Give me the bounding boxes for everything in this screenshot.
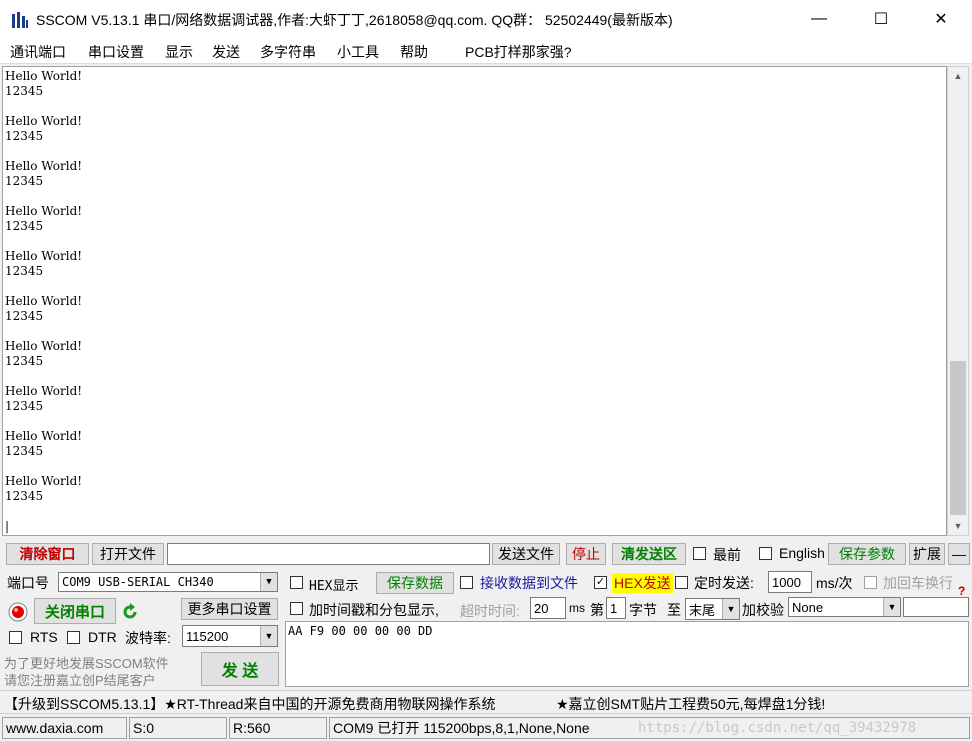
port-label: 端口号 bbox=[7, 575, 49, 591]
menu-tools[interactable]: 小工具 bbox=[337, 42, 379, 62]
watermark-text: https://blog.csdn.net/qq_39432978 bbox=[638, 720, 917, 736]
timeout-unit-label: ms bbox=[569, 601, 585, 615]
chevron-down-icon: ▼ bbox=[883, 598, 900, 616]
byte-index-input[interactable]: 1 bbox=[606, 597, 626, 619]
send-file-button[interactable]: 发送文件 bbox=[492, 543, 560, 565]
byte-label: 字节 bbox=[629, 602, 657, 618]
port-status-text: COM9 已打开 115200bps,8,1,None,None bbox=[333, 720, 590, 736]
clear-window-button[interactable]: 清除窗口 bbox=[6, 543, 89, 565]
interval-input[interactable]: 1000 bbox=[768, 571, 812, 593]
baud-select[interactable]: 115200 ▼ bbox=[182, 625, 278, 647]
promo-right[interactable]: ★嘉立创SMT贴片工程费50元,每焊盘1分钱! bbox=[556, 694, 825, 714]
chevron-down-icon: ▼ bbox=[260, 573, 277, 591]
hex-send-checkbox[interactable]: ✓ bbox=[594, 576, 607, 589]
topmost-label: 最前 bbox=[713, 547, 741, 563]
port-status-icon bbox=[8, 602, 28, 622]
add-crlf-checkbox[interactable] bbox=[864, 576, 877, 589]
close-icon: ✕ bbox=[934, 11, 948, 28]
chevron-down-icon: ▼ bbox=[722, 599, 739, 619]
title-bar: SSCOM V5.13.1 串口/网络数据调试器,作者:大虾丁丁,2618058… bbox=[0, 0, 972, 38]
to-label: 至 bbox=[667, 602, 681, 618]
end-select-value: 末尾 bbox=[689, 602, 716, 618]
port-select-value: COM9 USB-SERIAL CH340 bbox=[62, 575, 214, 589]
baud-label: 波特率: bbox=[125, 630, 171, 646]
timestamp-checkbox[interactable] bbox=[290, 602, 303, 615]
menu-multi-string[interactable]: 多字符串 bbox=[260, 42, 316, 62]
notice-line2: 请您注册嘉立创P结尾客户 bbox=[4, 673, 156, 688]
recv-to-file-checkbox[interactable] bbox=[460, 576, 473, 589]
sscom-app-icon bbox=[12, 12, 28, 28]
english-label: English bbox=[779, 545, 825, 561]
refresh-icon[interactable] bbox=[121, 603, 139, 621]
rts-label: RTS bbox=[30, 629, 58, 645]
stop-button[interactable]: 停止 bbox=[566, 543, 606, 565]
collapse-button[interactable]: — bbox=[948, 543, 970, 565]
checksum-select-value: None bbox=[792, 599, 824, 615]
send-text: AA F9 00 00 00 00 DD bbox=[288, 624, 433, 638]
baud-select-value: 115200 bbox=[186, 628, 229, 644]
maximize-icon: ☐ bbox=[873, 11, 889, 28]
minimize-icon: — bbox=[811, 10, 827, 27]
port-select[interactable]: COM9 USB-SERIAL CH340 ▼ bbox=[58, 572, 278, 592]
status-received-count: R:560 bbox=[229, 717, 327, 739]
scroll-up-icon[interactable]: ▲ bbox=[948, 67, 968, 85]
timeout-label: 超时时间: bbox=[460, 603, 520, 619]
rts-checkbox[interactable] bbox=[9, 631, 22, 644]
timeout-input[interactable]: 20 bbox=[530, 597, 566, 619]
status-website[interactable]: www.daxia.com bbox=[2, 717, 127, 739]
send-button[interactable]: 发 送 bbox=[201, 652, 279, 686]
dtr-label: DTR bbox=[88, 629, 117, 645]
scroll-down-icon[interactable]: ▼ bbox=[948, 517, 968, 535]
hex-display-label: HEX显示 bbox=[309, 579, 359, 594]
menu-serial-settings[interactable]: 串口设置 bbox=[88, 42, 144, 62]
checksum-label: 加校验 bbox=[742, 602, 784, 618]
status-port-info: COM9 已打开 115200bps,8,1,None,None https:/… bbox=[329, 717, 970, 739]
close-port-button[interactable]: 关闭串口 bbox=[34, 598, 116, 624]
open-file-button[interactable]: 打开文件 bbox=[92, 543, 164, 565]
add-crlf-label: 加回车换行 bbox=[883, 575, 953, 591]
maximize-button[interactable]: ☐ bbox=[858, 0, 904, 38]
english-checkbox[interactable] bbox=[759, 547, 772, 560]
promo-left[interactable]: 【升级到SSCOM5.13.1】★RT-Thread来自中国的开源免费商用物联网… bbox=[4, 694, 495, 714]
scrollbar-thumb[interactable] bbox=[950, 361, 966, 515]
menu-send[interactable]: 发送 bbox=[212, 42, 240, 62]
status-sent-count: S:0 bbox=[129, 717, 227, 739]
more-settings-button[interactable]: 更多串口设置 bbox=[181, 598, 278, 620]
checksum-select[interactable]: None ▼ bbox=[788, 597, 901, 617]
save-data-button[interactable]: 保存数据 bbox=[376, 572, 454, 594]
timed-send-label: 定时发送: bbox=[694, 575, 754, 591]
timed-send-checkbox[interactable] bbox=[675, 576, 688, 589]
menu-display[interactable]: 显示 bbox=[165, 42, 193, 62]
status-bar: www.daxia.com S:0 R:560 COM9 已打开 115200b… bbox=[0, 715, 972, 741]
help-question-mark[interactable]: ? bbox=[958, 584, 965, 598]
dtr-checkbox[interactable] bbox=[67, 631, 80, 644]
clear-send-button[interactable]: 清发送区 bbox=[612, 543, 686, 565]
topmost-checkbox[interactable] bbox=[693, 547, 706, 560]
receive-text: Hello World! 12345 Hello World! 12345 He… bbox=[5, 69, 83, 533]
save-params-button[interactable]: 保存参数 bbox=[828, 543, 906, 565]
close-button[interactable]: ✕ bbox=[918, 0, 964, 38]
window-title: SSCOM V5.13.1 串口/网络数据调试器,作者:大虾丁丁,2618058… bbox=[36, 12, 673, 28]
minimize-button[interactable]: — bbox=[796, 0, 842, 38]
receive-area[interactable]: Hello World! 12345 Hello World! 12345 He… bbox=[2, 66, 947, 536]
checksum-extra-field[interactable] bbox=[903, 597, 969, 617]
timestamp-label: 加时间戳和分包显示, bbox=[309, 602, 439, 618]
recv-to-file-label: 接收数据到文件 bbox=[480, 575, 578, 591]
file-path-input[interactable] bbox=[167, 543, 490, 565]
menu-help[interactable]: 帮助 bbox=[400, 42, 428, 62]
expand-button[interactable]: 扩展 bbox=[909, 543, 945, 565]
end-select[interactable]: 末尾 ▼ bbox=[685, 598, 740, 620]
menu-comm-port[interactable]: 通讯端口 bbox=[10, 42, 66, 62]
send-area[interactable]: AA F9 00 00 00 00 DD bbox=[285, 621, 969, 687]
menu-pcb-ad[interactable]: PCB打样那家强? bbox=[465, 42, 572, 62]
byte-di-label: 第 bbox=[590, 602, 604, 618]
chevron-down-icon: ▼ bbox=[260, 626, 277, 646]
hex-display-checkbox[interactable] bbox=[290, 576, 303, 589]
menu-bar: 通讯端口 串口设置 显示 发送 多字符串 小工具 帮助 PCB打样那家强? bbox=[0, 38, 972, 64]
interval-unit-label: ms/次 bbox=[816, 575, 853, 591]
hex-send-label: HEX发送 bbox=[612, 573, 673, 593]
receive-scrollbar[interactable]: ▲ ▼ bbox=[947, 66, 969, 536]
promo-bar: 【升级到SSCOM5.13.1】★RT-Thread来自中国的开源免费商用物联网… bbox=[0, 690, 972, 714]
